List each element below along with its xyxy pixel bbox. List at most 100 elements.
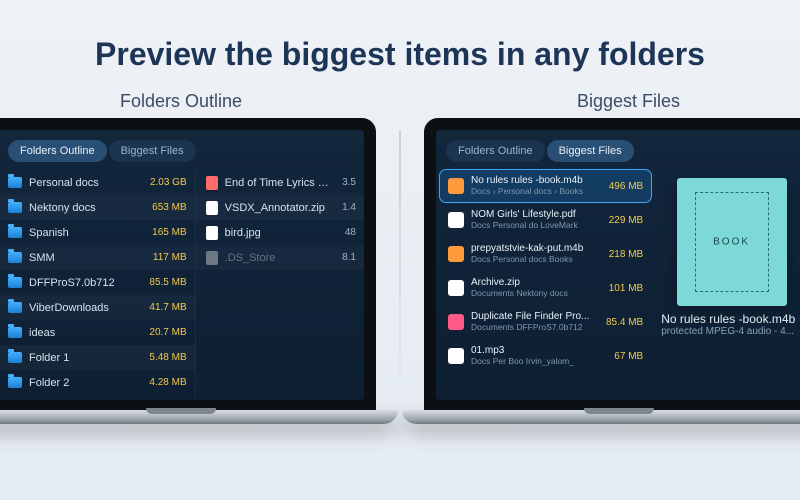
screen-biggest-files: Folders Outline Biggest Files No rules r…: [436, 130, 800, 400]
file-size: 229 MB: [603, 215, 643, 226]
folder-row[interactable]: DFFProS7.0b71285.5 MB: [0, 270, 195, 295]
file-size: 85.4 MB: [600, 317, 643, 328]
file-name: .DS_Store: [225, 252, 330, 264]
laptop-base-right: [402, 410, 800, 424]
folder-icon: [8, 377, 22, 388]
folder-size: 41.7 MB: [133, 302, 187, 313]
folder-name: Personal docs: [29, 177, 133, 189]
folder-name: Folder 1: [29, 352, 133, 364]
folder-list: Personal docs2.03 GBNektony docs653 MBSp…: [0, 170, 195, 400]
biggest-file-row[interactable]: Duplicate File Finder Pro...Documents DF…: [440, 306, 651, 338]
folder-size: 20.7 MB: [133, 327, 187, 338]
folder-name: ideas: [29, 327, 133, 339]
subhead-right: Biggest Files: [577, 91, 680, 112]
file-row[interactable]: End of Time Lyrics -...3.5: [196, 170, 364, 195]
file-path: Docs Personal do LoveMark: [471, 221, 603, 231]
folder-name: ViberDownloads: [29, 302, 133, 314]
folder-size: 2.03 GB: [133, 177, 187, 188]
folder-row[interactable]: Spanish165 MB: [0, 220, 195, 245]
file-icon: [206, 251, 218, 265]
laptop-left: Folders Outline Biggest Files Personal d…: [0, 118, 376, 412]
file-icon: [206, 226, 218, 240]
folder-icon: [8, 227, 22, 238]
subhead-left: Folders Outline: [120, 91, 242, 112]
file-title: No rules rules -book.m4b: [471, 175, 603, 187]
file-size: 101 MB: [603, 283, 643, 294]
folder-size: 4.28 MB: [133, 377, 187, 388]
folder-icon: [8, 302, 22, 313]
preview-title: No rules rules -book.m4b: [661, 312, 800, 326]
file-thumb-icon: [448, 178, 464, 194]
preview-pane: BOOK No rules rules -book.m4b protected …: [655, 170, 800, 400]
tabs-left: Folders Outline Biggest Files: [0, 130, 364, 170]
tab-folders-outline-r[interactable]: Folders Outline: [446, 140, 545, 162]
file-icon: [206, 201, 218, 215]
folder-icon: [8, 252, 22, 263]
folder-row[interactable]: Folder 24.28 MB: [0, 370, 195, 395]
file-path: Docs › Personal docs › Books: [471, 187, 603, 197]
screen-folders-outline: Folders Outline Biggest Files Personal d…: [0, 130, 364, 400]
biggest-files-list: No rules rules -book.m4bDocs › Personal …: [436, 170, 655, 400]
folder-icon: [8, 177, 22, 188]
file-ext: 8.1: [330, 252, 356, 263]
file-list: End of Time Lyrics -...3.5VSDX_Annotator…: [195, 170, 364, 400]
folder-name: SMM: [29, 252, 133, 264]
preview-cover: BOOK: [677, 178, 787, 306]
biggest-file-row[interactable]: prepyatstvie-kak-put.m4bDocs Personal do…: [440, 238, 651, 270]
tab-biggest-files[interactable]: Biggest Files: [109, 140, 196, 162]
file-ext: 3.5: [330, 177, 356, 188]
folder-size: 117 MB: [133, 252, 187, 263]
folder-icon: [8, 202, 22, 213]
file-row[interactable]: .DS_Store8.1: [196, 245, 364, 270]
file-size: 496 MB: [603, 181, 643, 192]
laptop-base-left: [0, 410, 398, 424]
biggest-file-row[interactable]: Archive.zipDocuments Nektony docs101 MB: [440, 272, 651, 304]
folder-icon: [8, 352, 22, 363]
folder-row[interactable]: Personal docs2.03 GB: [0, 170, 195, 195]
tab-biggest-files-r[interactable]: Biggest Files: [547, 140, 634, 162]
preview-cover-text: BOOK: [713, 237, 750, 248]
folder-icon: [8, 277, 22, 288]
file-row[interactable]: VSDX_Annotator.zip1.4: [196, 195, 364, 220]
folder-name: DFFProS7.0b712: [29, 277, 133, 289]
folder-row[interactable]: ViberDownloads41.7 MB: [0, 295, 195, 320]
file-title: 01.mp3: [471, 345, 608, 357]
folder-icon: [8, 327, 22, 338]
file-row[interactable]: bird.jpg48: [196, 220, 364, 245]
file-thumb-icon: [448, 280, 464, 296]
file-ext: 48: [330, 227, 356, 238]
folder-size: 653 MB: [133, 202, 187, 213]
folder-name: Nektony docs: [29, 202, 133, 214]
file-size: 218 MB: [603, 249, 643, 260]
folder-size: 5.48 MB: [133, 352, 187, 363]
file-path: Docs Per Boo Irvin_yalom_: [471, 357, 608, 367]
folder-row[interactable]: ideas20.7 MB: [0, 320, 195, 345]
tab-folders-outline[interactable]: Folders Outline: [8, 140, 107, 162]
folder-name: Spanish: [29, 227, 133, 239]
folder-size: 165 MB: [133, 227, 187, 238]
folder-name: Folder 2: [29, 377, 133, 389]
file-ext: 1.4: [330, 202, 356, 213]
file-path: Documents Nektony docs: [471, 289, 603, 299]
headline: Preview the biggest items in any folders: [0, 0, 800, 91]
file-name: End of Time Lyrics -...: [225, 177, 330, 189]
folder-row[interactable]: Nektony docs653 MB: [0, 195, 195, 220]
file-thumb-icon: [448, 246, 464, 262]
subheadings: Folders Outline Biggest Files: [0, 91, 800, 118]
file-title: Duplicate File Finder Pro...: [471, 311, 600, 323]
folder-row[interactable]: SMM117 MB: [0, 245, 195, 270]
tabs-right: Folders Outline Biggest Files: [436, 130, 800, 170]
file-thumb-icon: [448, 212, 464, 228]
file-name: VSDX_Annotator.zip: [225, 202, 330, 214]
file-icon: [206, 176, 218, 190]
file-path: Docs Personal docs Books: [471, 255, 603, 265]
biggest-file-row[interactable]: 01.mp3Docs Per Boo Irvin_yalom_67 MB: [440, 340, 651, 372]
laptop-right: Folders Outline Biggest Files No rules r…: [424, 118, 800, 412]
file-thumb-icon: [448, 348, 464, 364]
biggest-file-row[interactable]: No rules rules -book.m4bDocs › Personal …: [440, 170, 651, 202]
file-thumb-icon: [448, 314, 464, 330]
folder-row[interactable]: Folder 15.48 MB: [0, 345, 195, 370]
biggest-file-row[interactable]: NOM Girls' Lifestyle.pdfDocs Personal do…: [440, 204, 651, 236]
file-title: Archive.zip: [471, 277, 603, 289]
preview-meta: protected MPEG-4 audio - 4...: [661, 326, 800, 337]
